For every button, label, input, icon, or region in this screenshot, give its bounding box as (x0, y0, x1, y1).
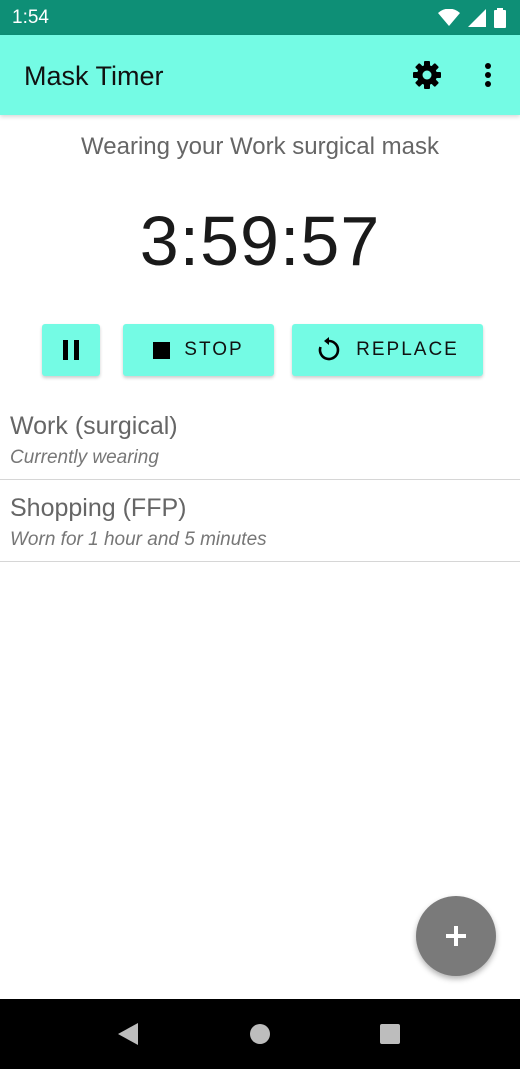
signal-icon (468, 9, 486, 27)
mask-status: Worn for 1 hour and 5 minutes (10, 529, 267, 550)
battery-icon (494, 8, 506, 28)
recents-icon[interactable] (379, 1023, 401, 1045)
mask-name: Work (surgical) (10, 412, 178, 440)
countdown-timer: 3:59:57 (139, 202, 381, 280)
status-icons (438, 8, 506, 28)
settings-button[interactable] (407, 55, 447, 95)
replace-button[interactable]: REPLACE (292, 324, 483, 376)
stop-button[interactable]: STOP (123, 324, 274, 376)
more-vert-icon (485, 63, 491, 87)
app-title: Mask Timer (24, 61, 164, 91)
wearing-subtitle: Wearing your Work surgical mask (81, 133, 439, 160)
stop-icon (153, 341, 171, 359)
home-icon[interactable] (249, 1023, 271, 1045)
mask-status: Currently wearing (10, 447, 159, 468)
mask-list: Work (surgical) Currently wearing Shoppi… (0, 398, 520, 562)
pause-button[interactable] (42, 324, 100, 376)
wifi-icon (438, 9, 460, 26)
back-icon[interactable] (117, 1022, 139, 1046)
add-icon (446, 926, 466, 946)
list-item[interactable]: Work (surgical) Currently wearing (0, 398, 520, 480)
stop-button-label: STOP (184, 339, 244, 360)
app-bar: Mask Timer (0, 35, 520, 115)
status-time: 1:54 (12, 7, 49, 28)
gear-icon (413, 61, 441, 89)
status-bar: 1:54 (0, 0, 520, 35)
replace-button-label: REPLACE (356, 339, 459, 360)
list-item[interactable]: Shopping (FFP) Worn for 1 hour and 5 min… (0, 480, 520, 562)
replace-icon (318, 337, 340, 361)
mask-name: Shopping (FFP) (10, 494, 187, 522)
system-nav-bar (0, 999, 520, 1069)
pause-icon (63, 340, 79, 360)
add-mask-fab[interactable] (416, 896, 496, 976)
overflow-menu-button[interactable] (468, 55, 508, 95)
